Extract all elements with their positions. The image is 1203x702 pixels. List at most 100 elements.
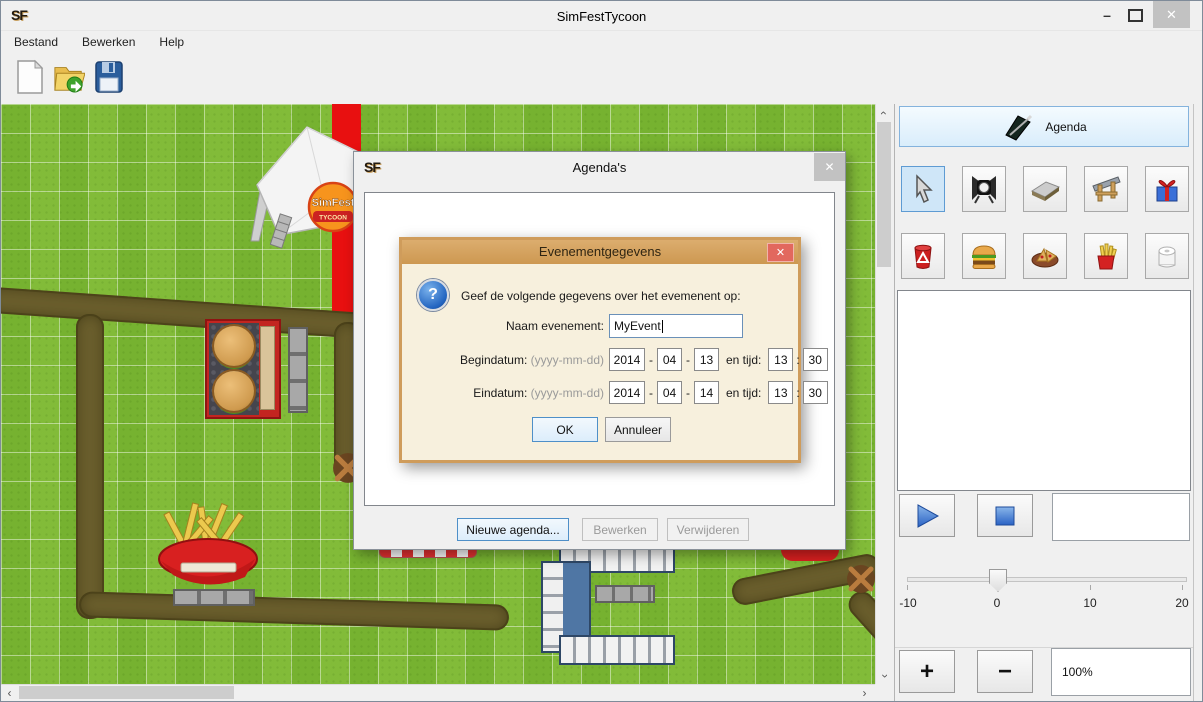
tool-stage-frame[interactable]	[1084, 166, 1128, 212]
close-icon: ✕	[1166, 7, 1177, 23]
maximize-button[interactable]	[1122, 4, 1148, 26]
pizza-icon	[1030, 241, 1060, 271]
cancel-button[interactable]: Annuleer	[605, 417, 671, 442]
ok-button[interactable]: OK	[532, 417, 598, 442]
speed-slider-track[interactable]	[907, 577, 1187, 582]
end-minute-input[interactable]: 30	[803, 381, 828, 404]
tool-fries[interactable]	[1084, 233, 1128, 279]
stop-icon	[993, 504, 1017, 528]
vertical-scroll-thumb[interactable]	[877, 122, 891, 267]
stage-structure	[541, 539, 673, 667]
help-glyph: ?	[428, 286, 438, 304]
text-caret	[662, 320, 663, 333]
open-file-button[interactable]	[53, 58, 85, 96]
scroll-left-button[interactable]: ‹	[1, 685, 18, 700]
slider-label: 20	[1167, 596, 1197, 610]
begin-year-input[interactable]: 2014	[609, 348, 645, 371]
begin-minute-input[interactable]: 30	[803, 348, 828, 371]
dirt-path-edge	[843, 586, 875, 667]
end-day-input[interactable]: 14	[694, 381, 719, 404]
minimize-button[interactable]: –	[1094, 4, 1120, 26]
begin-day-input[interactable]: 13	[694, 348, 719, 371]
tool-trash-bin[interactable]	[901, 233, 945, 279]
dirt-path-top	[1, 287, 371, 340]
agendas-dialog-title: Agenda's	[354, 160, 845, 175]
play-button[interactable]	[899, 494, 955, 537]
toilet-roll-icon	[1152, 241, 1182, 271]
path-corner-decoration	[846, 564, 875, 594]
speed-slider-thumb[interactable]	[989, 569, 1007, 592]
hamburger-stand	[205, 319, 281, 419]
scroll-right-button[interactable]: ›	[856, 685, 873, 700]
bench	[173, 589, 255, 606]
status-box	[1052, 493, 1190, 541]
play-icon	[913, 502, 941, 530]
time-colon: :	[796, 386, 799, 400]
end-year-input[interactable]: 2014	[609, 381, 645, 404]
tool-gift[interactable]	[1145, 166, 1189, 212]
map-vertical-scrollbar[interactable]: ‹ ‹	[875, 104, 892, 684]
tool-spotlight[interactable]	[962, 166, 1006, 212]
gift-icon	[1152, 174, 1182, 204]
panel-divider	[1193, 104, 1194, 702]
tool-path-tile[interactable]	[1023, 166, 1067, 212]
tool-toilet-roll[interactable]	[1145, 233, 1189, 279]
tent-logo-subtext: TYCOON	[319, 215, 347, 222]
agenda-button[interactable]: Agenda	[899, 106, 1189, 147]
zoom-level-field[interactable]: 100%	[1051, 648, 1191, 696]
name-label: Naam evenement:	[412, 319, 604, 333]
date-format-hint: (yyyy-mm-dd)	[531, 353, 604, 367]
agenda-book-icon	[1001, 113, 1033, 141]
minimize-icon: –	[1103, 10, 1111, 20]
slider-tick	[1090, 585, 1091, 590]
agendas-close-button[interactable]: ✕	[814, 153, 845, 181]
zoom-in-button[interactable]: +	[899, 650, 955, 693]
menu-bestand[interactable]: Bestand	[14, 35, 58, 49]
scroll-up-button[interactable]: ‹	[876, 104, 892, 121]
delete-agenda-button: Verwijderen	[667, 518, 749, 541]
event-close-button[interactable]: ✕	[767, 243, 794, 262]
tool-hamburger[interactable]	[962, 233, 1006, 279]
menubar: Bestand Bewerken Help	[1, 30, 1202, 53]
maximize-icon	[1128, 9, 1143, 22]
new-agenda-button[interactable]: Nieuwe agenda...	[457, 518, 569, 541]
save-button[interactable]	[93, 58, 125, 96]
zoom-out-button[interactable]: −	[977, 650, 1033, 693]
stop-button[interactable]	[977, 494, 1033, 537]
select-cursor-icon	[909, 174, 937, 204]
stage-frame-icon	[1091, 174, 1121, 204]
plus-icon: +	[920, 662, 934, 682]
begin-hour-input[interactable]: 13	[768, 348, 793, 371]
map-horizontal-scrollbar[interactable]: ‹ ›	[1, 684, 875, 700]
begin-month-input[interactable]: 04	[657, 348, 682, 371]
slider-label: 10	[1075, 596, 1105, 610]
close-icon: ✕	[776, 246, 785, 259]
tool-pizza[interactable]	[1023, 233, 1067, 279]
scroll-down-icon: ‹	[877, 674, 891, 678]
event-dialog: Evenementgegevens ✕ ? Geef de volgende g…	[399, 237, 801, 463]
new-file-button[interactable]	[14, 58, 46, 96]
begin-label: Begindatum:	[460, 353, 527, 367]
agenda-button-label: Agenda	[1045, 120, 1086, 134]
agenda-list[interactable]	[897, 290, 1191, 491]
event-name-input[interactable]: MyEvent	[609, 314, 743, 338]
scroll-down-button[interactable]: ‹	[876, 667, 892, 684]
close-button[interactable]: ✕	[1153, 1, 1190, 28]
event-name-row: Naam evenement: MyEvent	[412, 314, 743, 338]
edit-agenda-button: Bewerken	[582, 518, 658, 541]
scroll-left-icon: ‹	[8, 686, 12, 700]
slider-tick	[907, 585, 908, 590]
dirt-path-left	[76, 314, 104, 619]
window-title: SimFestTycoon	[1, 9, 1202, 24]
time-label: en tijd:	[726, 353, 761, 367]
minus-icon: −	[998, 662, 1012, 682]
end-month-input[interactable]: 04	[657, 381, 682, 404]
end-hour-input[interactable]: 13	[768, 381, 793, 404]
menu-bewerken[interactable]: Bewerken	[82, 35, 135, 49]
tool-select[interactable]	[901, 166, 945, 212]
open-folder-icon	[53, 59, 85, 95]
menu-help[interactable]: Help	[159, 35, 184, 49]
horizontal-scroll-thumb[interactable]	[19, 686, 234, 699]
toolbar	[1, 53, 1202, 104]
fries-stand	[151, 501, 266, 593]
